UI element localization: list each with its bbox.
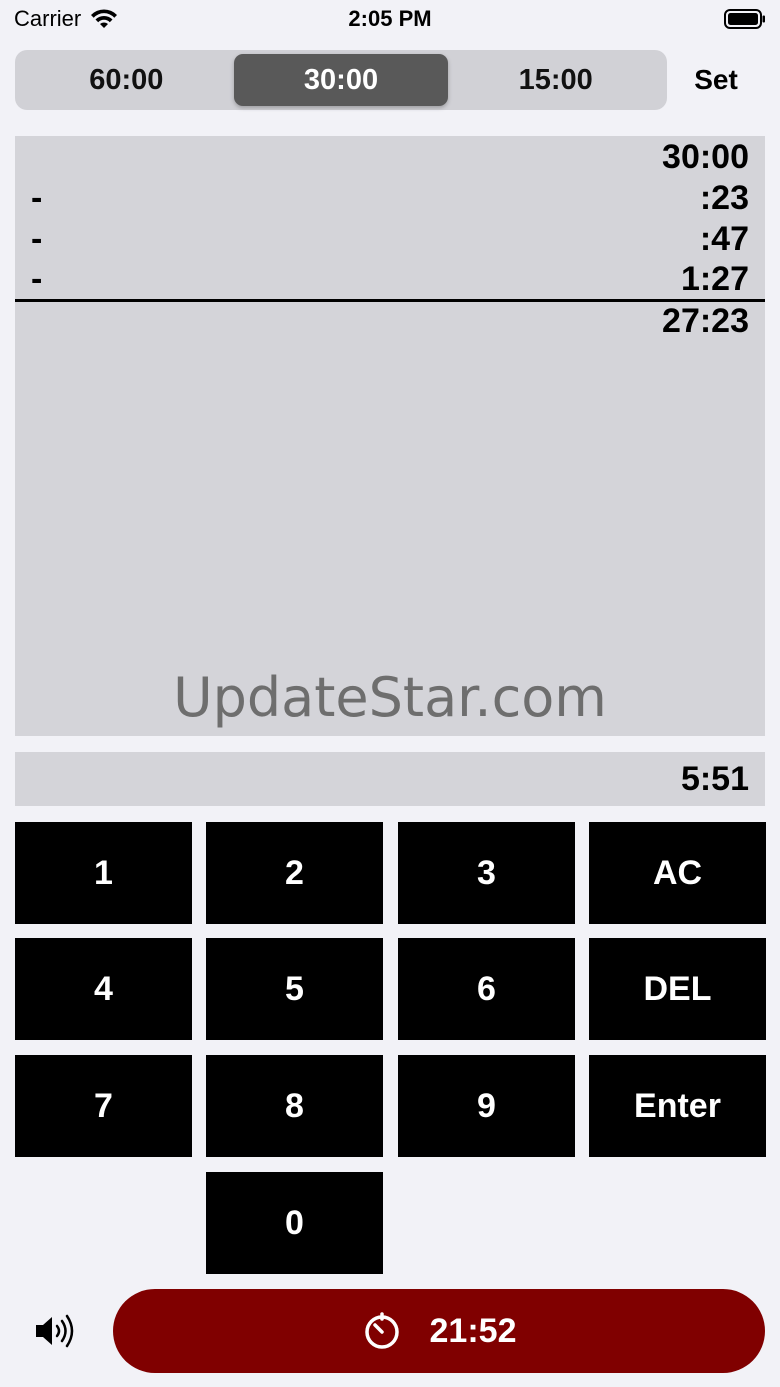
watermark: UpdateStar.com: [173, 666, 607, 729]
tape-operator: -: [31, 220, 43, 258]
status-time: 2:05 PM: [348, 6, 432, 31]
tape-row: - :23: [15, 179, 765, 219]
display-value: 5:51: [680, 760, 749, 798]
timer-time: 21:52: [429, 1311, 517, 1350]
key-7[interactable]: 7: [15, 1055, 192, 1157]
segment-60-00[interactable]: 60:00: [19, 54, 234, 106]
speaker-icon[interactable]: [34, 1312, 80, 1350]
key-0[interactable]: 0: [206, 1172, 383, 1274]
key-1[interactable]: 1: [15, 822, 192, 924]
timer-icon: [364, 1312, 399, 1349]
key-4[interactable]: 4: [15, 938, 192, 1040]
delete-button[interactable]: DEL: [589, 938, 766, 1040]
segment-15-00[interactable]: 15:00: [448, 54, 663, 106]
battery-icon: [724, 9, 765, 29]
tape-start-row: 30:00: [15, 138, 765, 178]
timer-button[interactable]: 21:52: [113, 1289, 765, 1373]
tape-result-value: 27:23: [662, 302, 749, 340]
clear-all-button[interactable]: AC: [589, 822, 766, 924]
tape-operator: -: [31, 179, 43, 217]
duration-segmented-control: 60:00 30:00 15:00: [15, 50, 667, 110]
segment-30-00[interactable]: 30:00: [233, 54, 449, 106]
tape-row: - :47: [15, 220, 765, 260]
tape-row: - 1:27: [15, 260, 765, 300]
tape-start-value: 30:00: [662, 138, 749, 176]
tape-value: 1:27: [680, 260, 749, 298]
key-9[interactable]: 9: [398, 1055, 575, 1157]
tape-value: :47: [699, 220, 749, 258]
key-2[interactable]: 2: [206, 822, 383, 924]
calculation-tape: 30:00 - :23 - :47 - 1:27 27:23 UpdateSta…: [15, 136, 765, 736]
set-button[interactable]: Set: [680, 50, 752, 110]
enter-button[interactable]: Enter: [589, 1055, 766, 1157]
key-8[interactable]: 8: [206, 1055, 383, 1157]
status-bar: Carrier 2:05 PM: [0, 0, 780, 40]
key-3[interactable]: 3: [398, 822, 575, 924]
key-6[interactable]: 6: [398, 938, 575, 1040]
key-5[interactable]: 5: [206, 938, 383, 1040]
entry-display: 5:51: [15, 752, 765, 806]
tape-operator: -: [31, 260, 43, 298]
tape-result-row: 27:23: [15, 302, 765, 342]
tape-value: :23: [699, 179, 749, 217]
